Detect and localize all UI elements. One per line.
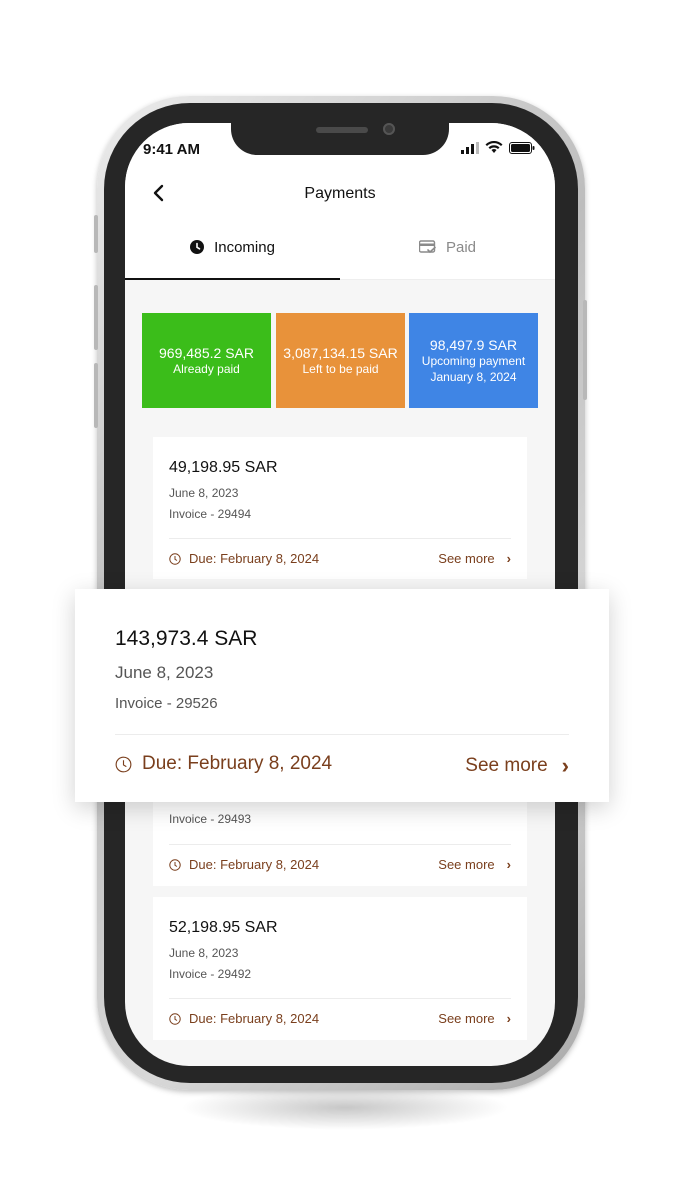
clock-icon [190, 240, 205, 254]
summary-left-to-pay: 3,087,134.15 SAR Left to be paid [276, 313, 405, 408]
card-check-icon [418, 240, 436, 254]
side-button-power [583, 300, 587, 400]
card-due: Due: February 8, 2024 [169, 1011, 319, 1026]
card-invoice: Invoice - 29493 [169, 812, 252, 826]
phone-notch [231, 123, 449, 155]
card-date: June 8, 2023 [169, 946, 239, 960]
app-header: Payments [125, 173, 555, 215]
upcoming-date: January 8, 2024 [430, 369, 517, 384]
card-due: Due: February 8, 2024 [169, 857, 319, 872]
chevron-right-icon: › [506, 551, 511, 566]
card-due-text: Due: February 8, 2024 [189, 1011, 320, 1026]
payment-card[interactable]: 49,198.95 SAR June 8, 2023 Invoice - 294… [153, 437, 527, 579]
already-paid-amount: 969,485.2 SAR [159, 344, 254, 361]
highlighted-payment-card[interactable]: 143,973.4 SAR June 8, 2023 Invoice - 295… [75, 589, 609, 802]
wifi-icon [485, 141, 503, 153]
see-more-label: See more [438, 857, 495, 872]
see-more-button[interactable]: See more › [438, 1011, 511, 1026]
card-invoice: Invoice - 29494 [169, 507, 252, 521]
clock-outline-icon [169, 1012, 181, 1025]
see-more-label: See more [438, 1011, 495, 1026]
card-divider [169, 538, 511, 539]
upcoming-label: Upcoming payment [421, 353, 526, 368]
status-time: 9:41 AM [143, 141, 200, 158]
active-tab-indicator [125, 278, 340, 280]
card-date: June 8, 2023 [169, 486, 239, 500]
payment-card[interactable]: 52,198.95 SAR June 8, 2023 Invoice - 294… [153, 897, 527, 1040]
chevron-right-icon: › [506, 1011, 511, 1026]
highlight-date: June 8, 2023 [115, 663, 214, 682]
phone-shadow [180, 1085, 510, 1130]
highlight-invoice: Invoice - 29526 [115, 695, 218, 712]
chevron-right-icon: › [506, 857, 511, 872]
see-more-button[interactable]: See more › [438, 857, 511, 872]
card-amount: 52,198.95 SAR [169, 919, 278, 936]
card-due-text: Due: February 8, 2024 [189, 857, 320, 872]
left-to-pay-amount: 3,087,134.15 SAR [283, 344, 398, 361]
highlight-due: Due: February 8, 2024 [115, 753, 332, 775]
tab-bar: Incoming Paid [125, 215, 555, 280]
highlight-see-more-label: See more [465, 755, 548, 776]
tab-paid[interactable]: Paid [340, 215, 555, 279]
card-amount: 49,198.95 SAR [169, 459, 278, 476]
left-to-pay-label: Left to be paid [302, 361, 379, 376]
card-invoice: Invoice - 29492 [169, 967, 252, 981]
card-due-text: Due: February 8, 2024 [189, 551, 320, 566]
see-more-button[interactable]: See more › [438, 551, 511, 566]
front-camera [383, 123, 395, 135]
card-divider [169, 998, 511, 999]
tab-paid-label: Paid [445, 238, 477, 256]
highlight-divider [115, 734, 569, 735]
tab-incoming[interactable]: Incoming [125, 215, 340, 280]
chevron-right-icon: › [561, 753, 569, 778]
side-button-volume-up [94, 285, 98, 350]
clock-outline-icon [115, 756, 132, 772]
summary-upcoming-payment: 98,497.9 SAR Upcoming payment January 8,… [409, 313, 538, 408]
upcoming-amount: 98,497.9 SAR [429, 336, 518, 353]
speaker [316, 127, 368, 133]
side-button-mute [94, 215, 98, 253]
already-paid-label: Already paid [173, 361, 240, 376]
see-more-label: See more [438, 551, 495, 566]
page-title: Payments [304, 185, 376, 202]
side-button-volume-down [94, 363, 98, 428]
signal-icon [461, 141, 479, 154]
battery-icon [509, 141, 535, 154]
status-icons [461, 141, 535, 154]
highlight-see-more-button[interactable]: See more › [465, 753, 569, 779]
highlight-amount: 143,973.4 SAR [115, 627, 258, 650]
card-due: Due: February 8, 2024 [169, 551, 319, 566]
card-divider [169, 844, 511, 845]
highlight-due-text: Due: February 8, 2024 [142, 753, 333, 774]
summary-already-paid: 969,485.2 SAR Already paid [142, 313, 271, 408]
clock-outline-icon [169, 552, 181, 565]
tab-incoming-label: Incoming [214, 238, 275, 256]
clock-outline-icon [169, 858, 181, 871]
